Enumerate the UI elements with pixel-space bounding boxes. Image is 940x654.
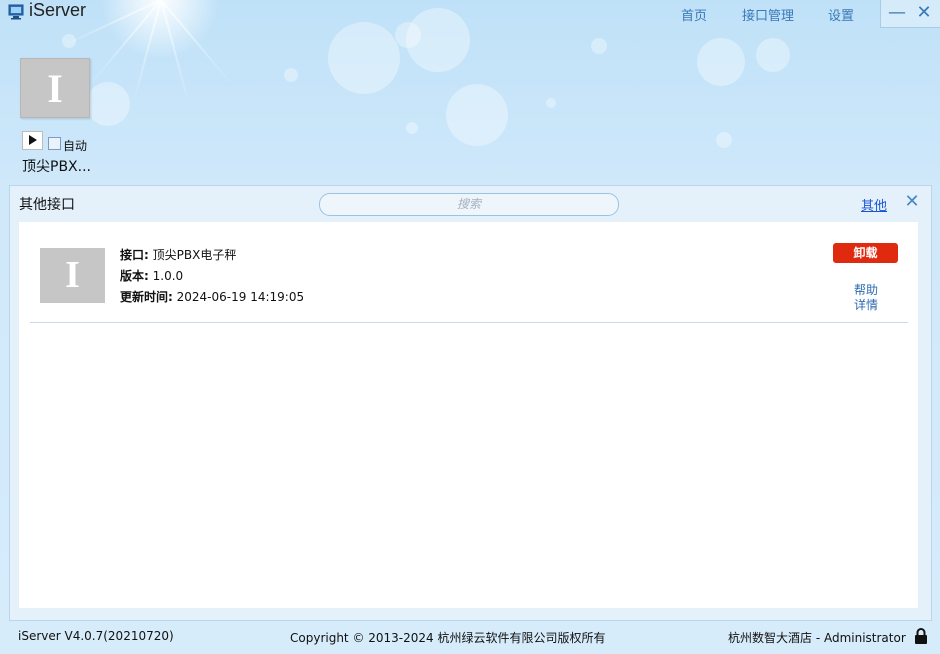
details-link[interactable]: 详情 [854,296,878,313]
interface-value: 顶尖PBX电子秤 [152,248,237,262]
lock-icon[interactable] [914,628,928,645]
plugin-version-field: 版本: 1.0.0 [120,267,183,284]
plugin-interface-field: 接口: 顶尖PBX电子秤 [120,246,236,263]
updated-label: 更新时间: [120,290,173,304]
play-button[interactable] [22,131,43,150]
row-divider [30,322,908,323]
panel-title: 其他接口 [19,197,75,213]
close-button[interactable]: ✕ [913,2,935,24]
bubble [62,34,76,48]
installed-plugin-tile[interactable]: I [20,58,90,118]
version-value: 1.0.0 [152,269,184,283]
window-controls: — ✕ [880,0,940,28]
plugin-updated-field: 更新时间: 2024-06-19 14:19:05 [120,288,304,305]
search-input[interactable]: 搜索 [319,193,619,216]
bubble [86,82,130,126]
bubble [328,22,400,94]
auto-start-label: 自动 [63,139,88,153]
bubble [546,98,556,108]
app-title: iServer [29,0,87,20]
nav-settings[interactable]: 设置 [828,5,854,24]
bubble [406,122,418,134]
bubble [591,38,607,54]
nav-interface-manage[interactable]: 接口管理 [742,5,794,24]
installed-plugin-name: 顶尖PBX... [22,159,91,175]
bubble [697,38,745,86]
plugin-letter-icon: I [65,254,80,296]
updated-value: 2024-06-19 14:19:05 [176,290,305,304]
version-text: iServer V4.0.7(20210720) [18,629,174,643]
nav-home[interactable]: 首页 [681,5,707,24]
uninstall-button[interactable]: 卸载 [833,243,898,263]
version-label: 版本: [120,269,149,283]
user-text: 杭州数智大酒店 - Administrator [728,631,906,645]
other-link[interactable]: 其他 [861,195,887,214]
bubble [395,22,421,48]
panel-close-icon[interactable]: ✕ [903,192,921,212]
interface-label: 接口: [120,248,149,262]
plugin-letter-icon: I [47,66,63,111]
bubble [716,132,732,148]
bubble [756,38,790,72]
monitor-icon [8,4,24,20]
bubble [446,84,508,146]
copyright-text: Copyright © 2013-2024 杭州绿云软件有限公司版权所有 [290,631,606,645]
bubble [284,68,298,82]
plugin-thumbnail: I [40,248,105,303]
auto-start-checkbox[interactable] [48,137,61,150]
minimize-button[interactable]: — [886,2,908,24]
